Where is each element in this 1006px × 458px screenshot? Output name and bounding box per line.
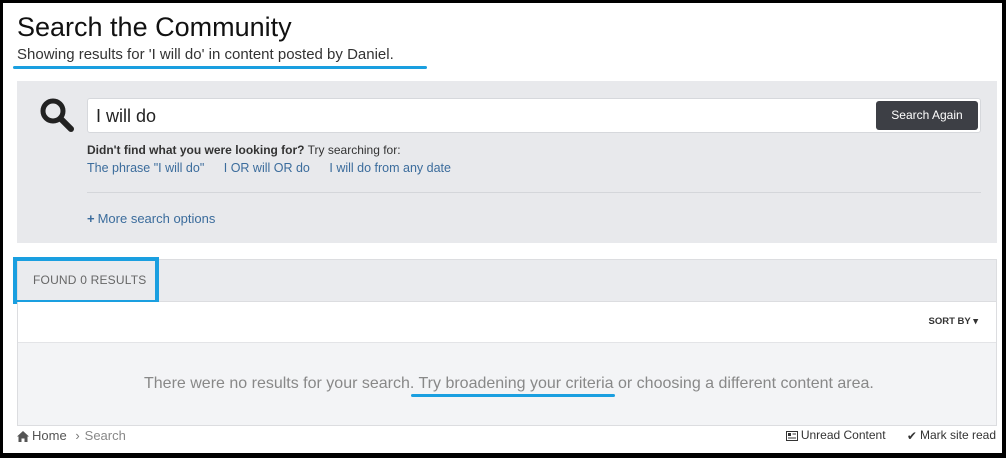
unread-content-link[interactable]: Unread Content bbox=[785, 428, 889, 442]
page-title: Search the Community bbox=[17, 12, 292, 42]
home-icon bbox=[17, 431, 29, 443]
empty-results-area: There were no results for your search. T… bbox=[18, 343, 996, 425]
chevron-right-icon: › bbox=[75, 428, 80, 443]
breadcrumb-current: Search bbox=[84, 428, 126, 443]
newspaper-icon bbox=[785, 430, 798, 441]
search-hint: Didn't find what you were looking for? T… bbox=[87, 143, 401, 157]
footer-actions: Unread Content ✔ Mark site read bbox=[768, 428, 996, 443]
highlight-underline bbox=[13, 66, 427, 69]
search-icon bbox=[40, 98, 74, 132]
more-search-options-label: More search options bbox=[97, 211, 216, 226]
search-again-button[interactable]: Search Again bbox=[876, 101, 978, 130]
breadcrumb-home[interactable]: Home bbox=[17, 428, 70, 443]
empty-message-part1: There were no results for your search. bbox=[144, 375, 419, 392]
search-hint-text: Try searching for: bbox=[304, 143, 401, 157]
suggestion-any-date-link[interactable]: I will do from any date bbox=[329, 161, 451, 175]
highlight-underline bbox=[411, 394, 615, 397]
divider bbox=[87, 192, 981, 193]
search-input[interactable]: I will do Search Again bbox=[87, 98, 981, 133]
plus-icon: + bbox=[87, 211, 95, 226]
results-header bbox=[17, 259, 997, 302]
page-subtitle: Showing results for 'I will do' in conte… bbox=[17, 46, 394, 63]
mark-site-read-label: Mark site read bbox=[919, 428, 996, 442]
empty-results-message: There were no results for your search. T… bbox=[144, 375, 874, 393]
sort-bar: SORT BY ▾ bbox=[18, 302, 996, 343]
search-suggestions: The phrase "I will do" I OR will OR do I… bbox=[87, 161, 467, 175]
caret-down-icon: ▾ bbox=[973, 316, 978, 327]
breadcrumb-home-label: Home bbox=[32, 428, 67, 443]
more-search-options-link[interactable]: + More search options bbox=[87, 211, 215, 226]
highlight-box bbox=[13, 257, 159, 304]
sort-by-label: SORT BY bbox=[928, 316, 971, 327]
search-panel: I will do Search Again Didn't find what … bbox=[17, 81, 997, 243]
mark-site-read-link[interactable]: ✔ Mark site read bbox=[906, 428, 996, 443]
checkmark-icon: ✔ bbox=[906, 428, 917, 443]
search-hint-bold: Didn't find what you were looking for? bbox=[87, 143, 305, 157]
results-body: SORT BY ▾ There were no results for your… bbox=[17, 302, 997, 426]
empty-message-link: Try broadening your criteria bbox=[418, 375, 614, 392]
suggestion-or-link[interactable]: I OR will OR do bbox=[224, 161, 310, 175]
search-input-value: I will do bbox=[96, 106, 157, 126]
suggestion-phrase-link[interactable]: The phrase "I will do" bbox=[87, 161, 204, 175]
sort-by-dropdown[interactable]: SORT BY ▾ bbox=[929, 316, 978, 327]
unread-content-label: Unread Content bbox=[800, 428, 886, 442]
breadcrumb: Home › Search bbox=[17, 428, 126, 443]
empty-message-part2: or choosing a different content area. bbox=[613, 375, 874, 392]
